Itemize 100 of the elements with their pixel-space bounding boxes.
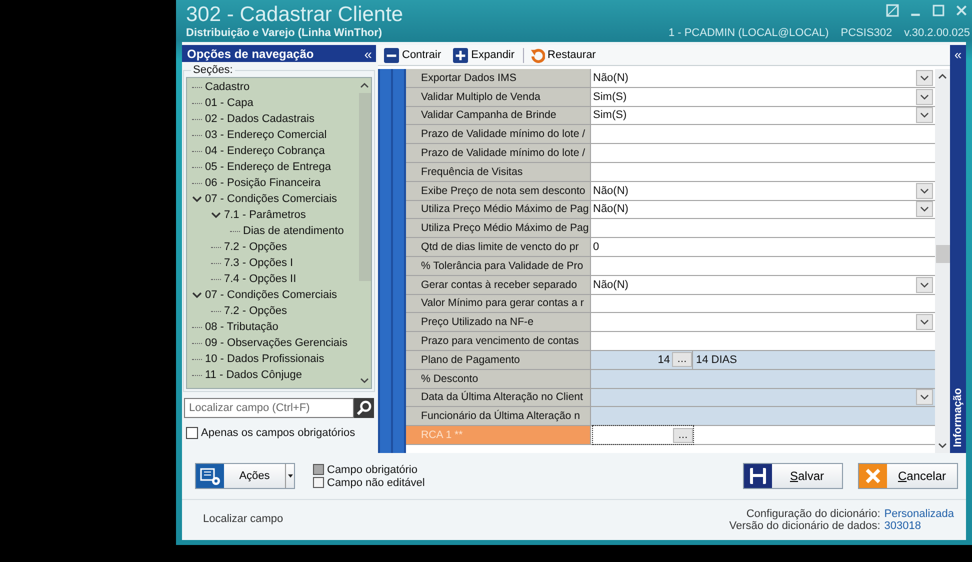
sections-label: Seções: (191, 64, 235, 76)
tree-item[interactable]: 7.1 - Parâmetros (222, 209, 306, 221)
program-code: PCSIS302 (840, 27, 892, 39)
field-label: Frequência de Visitas (406, 162, 591, 181)
session-info: 1 - PCADMIN (LOCAL@LOCAL) (668, 27, 829, 39)
toolbar-button[interactable]: Restaurar (522, 48, 602, 62)
dropdown-icon[interactable] (916, 314, 933, 330)
field-label: Prazo para vencimento de contas (406, 332, 591, 350)
dropdown-icon[interactable] (916, 70, 933, 86)
field-label: Preço Utilizado na NF-e (406, 313, 591, 332)
info-tab[interactable]: « Informação (950, 45, 966, 453)
cancel-button[interactable]: Cancelar (858, 463, 958, 489)
field-label: Plano de Pagamento (406, 350, 591, 369)
tree-item[interactable]: 07 - Condições Comerciais (203, 289, 338, 301)
chevron-icon[interactable] (192, 194, 202, 204)
caret-icon[interactable] (285, 464, 294, 488)
version-text: v.30.2.00.025 (904, 27, 970, 39)
tree-item[interactable]: Cadastro (203, 81, 250, 93)
field-value[interactable] (591, 407, 935, 426)
toolbar-button[interactable]: Expandir (447, 48, 521, 62)
tree-item[interactable]: 7.2 - Opções (222, 241, 287, 253)
field-label: Gerar contas à receber separado (406, 276, 591, 294)
lookup-button[interactable]: … (673, 428, 693, 443)
tree-item[interactable]: 7.4 - Opções II (222, 273, 296, 285)
tree-item[interactable]: 04 - Endereço Cobrança (203, 145, 325, 157)
scrollbar-thumb[interactable] (358, 93, 370, 281)
field-label: Data da Última Alteração no Client (406, 388, 591, 406)
field-value[interactable] (591, 370, 935, 388)
field-label: Validar Campanha de Brinde (406, 106, 591, 124)
save-button[interactable]: Salvar (743, 463, 843, 489)
field-description: 14 DIAS (695, 354, 737, 366)
scroll-up-icon[interactable] (360, 82, 369, 89)
search-field[interactable]: Localizar campo (Ctrl+F) (184, 398, 354, 418)
actions-button[interactable]: Ações (195, 463, 295, 489)
tree-item[interactable]: 09 - Observações Gerenciais (203, 337, 348, 349)
field-value[interactable]: Sim(S) (591, 106, 935, 124)
lookup-field[interactable]: … (592, 425, 694, 445)
close-icon[interactable] (955, 4, 968, 17)
tree-item[interactable]: 08 - Tributação (203, 321, 278, 333)
field-value[interactable]: Sim(S) (591, 88, 935, 106)
chevron-icon[interactable] (192, 290, 202, 300)
dropdown-icon[interactable] (916, 276, 933, 293)
tree-item[interactable]: 02 - Dados Cadastrais (203, 113, 314, 125)
maximize-icon[interactable] (932, 4, 945, 17)
tree-item[interactable]: 11 - Dados Cônjuge (203, 369, 302, 381)
window-title: 302 - Cadastrar Cliente (186, 2, 404, 27)
field-label: Valor Mínimo para gerar contas a r (406, 294, 591, 312)
field-value[interactable]: Não(N) (591, 276, 935, 294)
checkbox-label: Apenas os campos obrigatórios (201, 427, 356, 439)
scroll-down-icon[interactable] (360, 377, 369, 384)
tree-item[interactable]: 01 - Capa (203, 97, 254, 109)
field-label: Funcionário da Última Alteração n (406, 407, 591, 426)
collapse-button[interactable]: « (364, 46, 372, 60)
tree-item[interactable]: 03 - Endereço Comercial (203, 129, 327, 141)
scroll-down-icon[interactable] (938, 442, 947, 449)
lookup-field[interactable]: 14 … (592, 350, 693, 369)
version-value: 303018 (884, 520, 921, 532)
tree-item[interactable]: 10 - Dados Profissionais (203, 353, 324, 365)
tree-item[interactable]: 06 - Posição Financeira (203, 177, 321, 189)
dropdown-icon[interactable] (916, 182, 933, 199)
settings-icon (196, 464, 224, 488)
tree-item[interactable]: 7.3 - Opções I (222, 257, 294, 269)
minus-icon (384, 48, 399, 62)
field-label: Prazo de Validade mínimo do lote / (406, 125, 591, 144)
field-label: Prazo de Validade mínimo do lote / (406, 144, 591, 162)
field-label: RCA 1 ** (406, 426, 591, 444)
tree-item[interactable]: Dias de atendimento (241, 225, 344, 237)
field-label: Exportar Dados IMS (406, 69, 591, 87)
undo-icon (530, 48, 545, 62)
scrollbar[interactable] (935, 69, 950, 453)
scroll-up-icon[interactable] (938, 73, 947, 80)
field-label: % Desconto (406, 370, 591, 388)
lookup-button[interactable]: … (672, 352, 692, 368)
toolbar-button[interactable]: Contrair (378, 48, 448, 62)
close-icon (859, 464, 887, 488)
legend-label: Campo não editável (327, 476, 425, 488)
field-value[interactable]: Não(N) (591, 69, 935, 87)
restore-icon[interactable] (886, 4, 899, 17)
config-label: Configuração do dicionário: (746, 508, 880, 520)
tree-item[interactable]: 05 - Endereço de Entrega (203, 161, 331, 173)
config-value: Personalizada (884, 508, 954, 520)
field-value[interactable] (591, 388, 935, 406)
field-label: Utiliza Preço Médio Máximo de Pag (406, 200, 591, 218)
tree-item[interactable]: 7.2 - Opções (222, 305, 287, 317)
legend-label: Campo obrigatório (327, 464, 418, 476)
dropdown-icon[interactable] (916, 201, 933, 218)
field-label: Exibe Preço de nota sem desconto (406, 182, 591, 200)
field-value[interactable]: 14 … 14 DIAS (591, 350, 935, 369)
field-value[interactable]: Não(N) (591, 200, 935, 218)
checkbox[interactable] (186, 427, 198, 439)
dropdown-icon[interactable] (916, 389, 933, 406)
search-icon[interactable] (354, 398, 374, 418)
scrollbar-thumb[interactable] (936, 245, 950, 263)
field-value[interactable]: Não(N) (591, 182, 935, 200)
dropdown-icon[interactable] (916, 107, 933, 124)
nav-title: Opções de navegação (187, 46, 314, 60)
tree-item[interactable]: 07 - Condições Comerciais (203, 193, 338, 205)
chevron-icon[interactable] (211, 210, 221, 220)
dropdown-icon[interactable] (916, 88, 933, 105)
plus-icon (453, 48, 468, 62)
